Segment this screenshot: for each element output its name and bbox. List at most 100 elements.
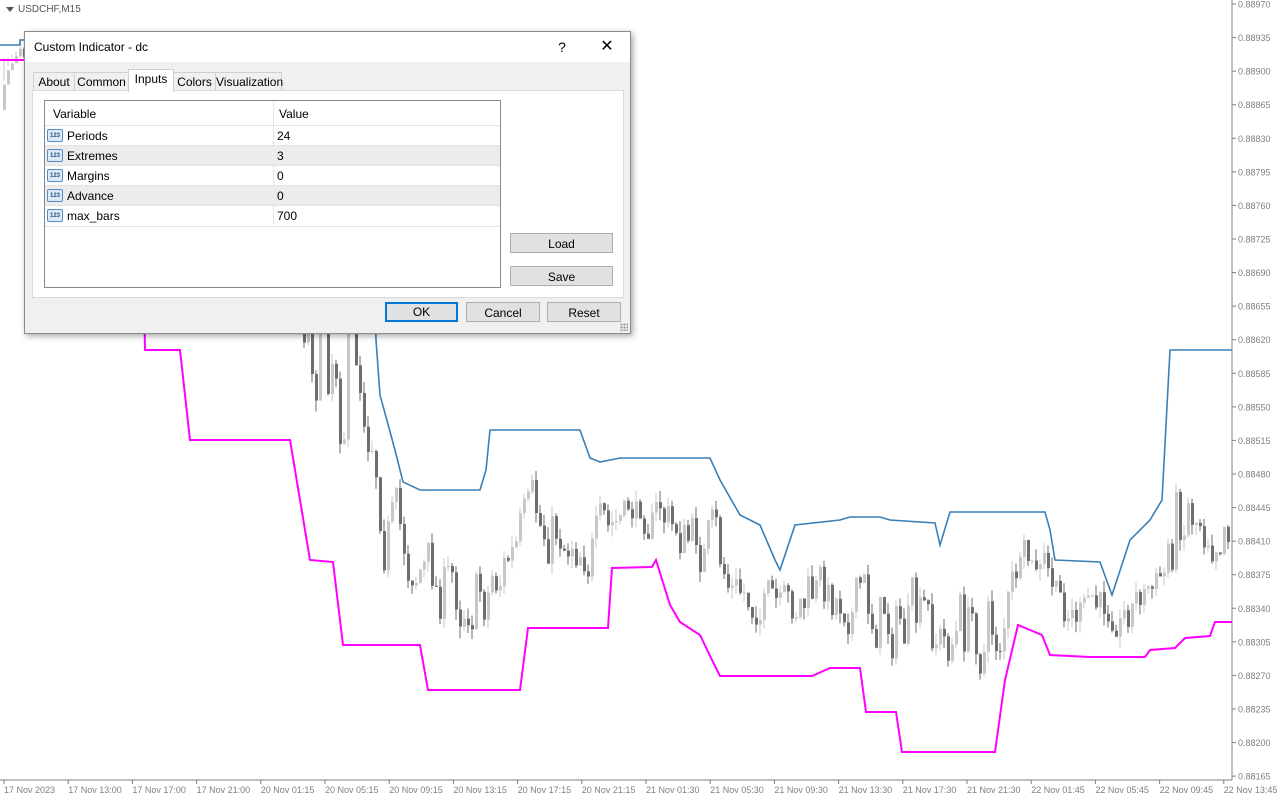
candle-body [1179,491,1182,540]
close-icon[interactable]: ✕ [595,35,619,59]
candle-body [1031,560,1034,562]
candle-body [1167,543,1170,573]
candle-body [679,533,682,554]
candle-body [675,524,678,534]
tab-about[interactable]: About [33,72,75,91]
dialog-title: Custom Indicator - dc [34,40,149,54]
candle-body [623,500,626,516]
candle-body [667,506,670,523]
candle-body [615,521,618,523]
header-value[interactable]: Value [279,107,309,121]
candle-body [683,525,686,554]
price-label: 0.88585 [1238,369,1271,379]
candle-body [419,569,422,583]
candle-body [1195,522,1198,525]
candle-body [391,501,394,522]
table-row[interactable]: 123 Periods 24 [45,125,500,146]
candle-body [919,597,922,623]
tab-inputs[interactable]: Inputs [128,69,174,92]
price-label: 0.88550 [1238,402,1271,412]
table-row[interactable]: 123 Extremes 3 [45,145,500,166]
candle-body [647,533,650,539]
ok-button[interactable]: OK [385,302,458,322]
candle-body [935,644,938,649]
candle-body [835,598,838,615]
table-row[interactable]: 123 max_bars 700 [45,205,500,227]
candle-body [479,573,482,592]
candle-body [619,515,622,522]
save-button[interactable]: Save [510,266,613,286]
candle-body [799,598,802,618]
price-label: 0.88235 [1238,704,1271,714]
candle-body [1107,613,1110,622]
candle-body [535,479,538,514]
candle-body [1015,571,1018,579]
inputs-table: Variable Value 123 Periods 24 123 Extrem… [44,100,501,288]
time-label: 22 Nov 01:45 [1031,785,1085,795]
param-value[interactable]: 0 [277,169,284,183]
tab-common[interactable]: Common [74,72,129,91]
reset-button[interactable]: Reset [547,302,621,322]
candle-body [507,557,510,561]
time-label: 21 Nov 09:30 [774,785,828,795]
candle-body [995,634,998,651]
param-value[interactable]: 3 [277,149,284,163]
candle-body [531,479,534,492]
candle-body [1059,580,1062,593]
candle-body [395,487,398,502]
candle-body [1007,591,1010,629]
table-row[interactable]: 123 Margins 0 [45,165,500,186]
integer-param-icon: 123 [47,149,63,162]
header-variable[interactable]: Variable [53,107,96,121]
candle-body [435,585,438,587]
candle-body [571,548,574,557]
candle-body [363,392,366,427]
help-icon[interactable]: ? [551,35,573,59]
candle-body [991,601,994,635]
candle-body [779,592,782,598]
candle-body [1187,503,1190,536]
price-label: 0.88795 [1238,167,1271,177]
candle-body [3,84,6,110]
candle-body [631,509,634,519]
candle-body [555,516,558,539]
candle-body [775,588,778,598]
candle-body [335,363,338,379]
candle-body [971,607,974,614]
tab-colors[interactable]: Colors [173,72,216,91]
chart-menu-icon[interactable] [6,6,14,12]
candle-body [847,622,850,635]
candle-body [983,651,986,674]
candle-body [1159,573,1162,577]
table-row[interactable]: 123 Advance 0 [45,185,500,206]
cancel-button[interactable]: Cancel [466,302,540,322]
candle-body [1215,552,1218,562]
candle-body [375,451,378,478]
tab-visualization[interactable]: Visualization [215,72,283,91]
param-value[interactable]: 700 [277,209,297,223]
candle-body [539,513,542,526]
param-value[interactable]: 0 [277,189,284,203]
candle-body [879,596,882,648]
load-button[interactable]: Load [510,233,613,253]
candle-body [719,517,722,565]
time-label: 20 Nov 17:15 [518,785,572,795]
candle-body [707,520,710,549]
candle-body [491,576,494,593]
candle-body [1087,595,1090,598]
candle-body [471,625,474,630]
param-value[interactable]: 24 [277,129,290,143]
candle-body [1091,595,1094,597]
resize-grip-icon[interactable] [620,323,628,331]
candle-body [1171,543,1174,570]
candle-body [1011,571,1014,592]
dialog-titlebar[interactable]: Custom Indicator - dc ? ✕ [25,32,630,62]
candle-body [403,524,406,554]
price-label: 0.88900 [1238,67,1271,77]
candle-body [883,596,886,614]
price-label: 0.88655 [1238,302,1271,312]
candle-body [691,518,694,541]
candle-body [11,63,14,71]
price-label: 0.88760 [1238,201,1271,211]
candle-body [831,584,834,615]
